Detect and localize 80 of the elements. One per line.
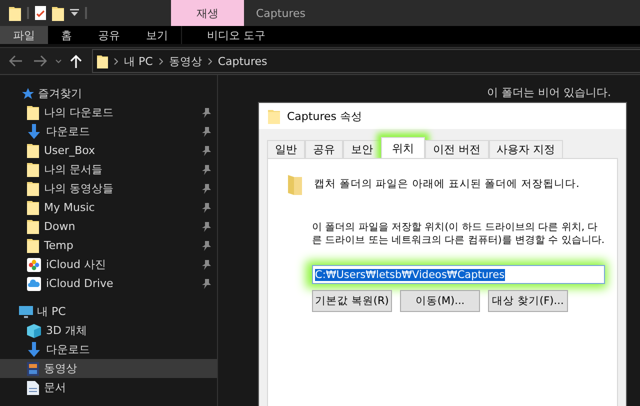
sidebar-item[interactable]: Temp: [0, 236, 217, 255]
folder-icon: [9, 6, 21, 20]
dropdown-icon[interactable]: [70, 9, 79, 17]
chevron-right-icon: [158, 58, 163, 64]
ribbon-tab[interactable]: 홈: [48, 26, 85, 44]
monitor-icon: [19, 306, 33, 318]
chevron-right-icon: [114, 58, 118, 64]
back-arrow-icon[interactable]: [9, 55, 23, 67]
pin-icon[interactable]: [202, 202, 211, 212]
sidebar-item[interactable]: iCloud Drive: [0, 274, 217, 293]
sidebar-item[interactable]: 다운로드: [0, 340, 217, 359]
down-arrow-icon: [27, 342, 41, 357]
sidebar-item[interactable]: My Music: [0, 198, 217, 217]
description-text: 이 폴더의 파일을 저장할 위치(이 하드 드라이브의 다른 위치, 다른 드라이브 또는 네트워크의 다른 컴퓨터)를 변경할 수 있습니다.: [312, 221, 605, 247]
folder-icon: [97, 54, 108, 68]
dialog-button[interactable]: 기본값 복원(R): [312, 290, 392, 312]
star-icon: [22, 88, 34, 100]
sidebar-item[interactable]: 나의 동영상들: [0, 179, 217, 198]
folder-icon: [268, 108, 280, 124]
dialog-button[interactable]: 이동(M)...: [400, 290, 480, 312]
folder-icon: [27, 181, 39, 196]
pin-icon[interactable]: [202, 260, 211, 270]
pin-icon[interactable]: [202, 164, 211, 174]
sidebar-item[interactable]: 3D 개체: [0, 321, 217, 340]
dialog-title: Captures 속성: [287, 108, 362, 124]
folder-icon: [27, 105, 39, 120]
sidebar-item[interactable]: 동영상: [0, 359, 217, 378]
folder-icon: [27, 143, 39, 158]
sidebar-item[interactable]: iCloud 사진: [0, 255, 217, 274]
sidebar-section[interactable]: 내 PC: [37, 304, 66, 319]
folder-icon: [27, 238, 39, 253]
dialog-tab[interactable]: 일반: [267, 140, 305, 158]
pin-icon[interactable]: [202, 126, 211, 136]
up-arrow-icon[interactable]: [70, 54, 82, 68]
address-bar[interactable]: 내 PC 동영상 Captures: [92, 49, 640, 73]
contextual-tab[interactable]: 재생: [171, 0, 244, 26]
cloud-icon: [27, 276, 41, 290]
folder-icon: [52, 6, 64, 20]
dialog-tab[interactable]: 위치: [381, 137, 425, 158]
ribbon-tab[interactable]: 보기: [133, 26, 181, 44]
sidebar-section[interactable]: 즐겨찾기: [38, 86, 82, 101]
pin-icon[interactable]: [202, 278, 211, 288]
ribbon-tab[interactable]: 파일: [0, 26, 48, 44]
sidebar-item[interactable]: 나의 문서들: [0, 160, 217, 179]
breadcrumb[interactable]: Captures: [218, 54, 268, 68]
folder-icon: [27, 200, 39, 215]
window-title: Captures: [256, 6, 306, 20]
forward-arrow-icon[interactable]: [33, 55, 47, 67]
folder-icon: [27, 219, 39, 234]
dialog-tab[interactable]: 공유: [305, 140, 343, 158]
pin-icon[interactable]: [202, 146, 211, 156]
dialog-tab[interactable]: 이전 버전: [425, 140, 488, 158]
path-field[interactable]: C:₩Users₩letsb₩Videos₩Captures: [312, 265, 605, 284]
breadcrumb[interactable]: 내 PC: [124, 54, 153, 68]
sidebar-item[interactable]: User_Box: [0, 141, 217, 160]
document-icon: [27, 380, 39, 394]
sidebar-item[interactable]: Down: [0, 217, 217, 236]
sidebar-item[interactable]: 문서: [0, 378, 217, 397]
sidebar-item[interactable]: 나의 다운로드: [0, 103, 217, 122]
sidebar-item[interactable]: 다운로드: [0, 122, 217, 141]
pin-icon[interactable]: [202, 184, 211, 194]
chevron-right-icon: [208, 58, 212, 64]
pin-icon[interactable]: [202, 240, 211, 250]
breadcrumb[interactable]: 동영상: [168, 54, 202, 68]
down-arrow-icon: [27, 124, 41, 139]
folder-icon: [288, 173, 302, 195]
empty-folder-message: 이 폴더는 비어 있습니다.: [487, 85, 611, 100]
film-icon: [27, 362, 39, 376]
cube-icon: [27, 324, 41, 338]
ribbon-tab[interactable]: 공유: [85, 26, 133, 44]
pin-icon[interactable]: [202, 108, 211, 118]
info-text: 캡처 폴더의 파일은 아래에 표시된 폴더에 저장됩니다.: [314, 177, 580, 191]
dialog-tab[interactable]: 보안: [343, 140, 381, 158]
checked-document-icon[interactable]: [35, 6, 46, 20]
dialog-tab[interactable]: 사용자 지정: [488, 140, 563, 158]
folder-icon: [27, 162, 39, 177]
dialog-button[interactable]: 대상 찾기(F)...: [488, 290, 568, 312]
flower-icon: [27, 258, 41, 272]
chevron-down-icon[interactable]: [55, 58, 62, 64]
pin-icon[interactable]: [202, 222, 211, 232]
